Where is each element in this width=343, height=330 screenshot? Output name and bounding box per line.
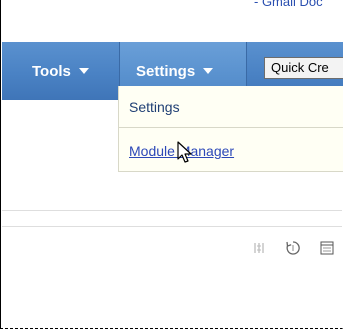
mouse-pointer-icon xyxy=(177,141,193,170)
dropdown-divider xyxy=(119,127,343,128)
columns-icon[interactable] xyxy=(249,238,269,258)
dropdown-item-settings[interactable]: Settings xyxy=(129,99,180,115)
nav-settings-label: Settings xyxy=(136,62,196,80)
settings-dropdown-menu: Settings Module Manager xyxy=(118,86,343,172)
chevron-down-icon xyxy=(78,68,89,74)
refresh-icon[interactable] xyxy=(283,238,303,258)
layout-icon[interactable] xyxy=(317,238,337,258)
content-divider xyxy=(2,226,342,227)
window-frame: - Gmail Doc Tools Settings Quick Cre Set… xyxy=(0,0,343,329)
quick-create-select[interactable]: Quick Cre xyxy=(264,57,343,79)
nav-tools-label: Tools xyxy=(32,62,71,80)
chevron-down-icon xyxy=(203,68,214,74)
gmail-docs-link[interactable]: - Gmail Doc xyxy=(254,0,323,9)
content-divider xyxy=(2,210,342,211)
nav-tools-menu[interactable]: Tools xyxy=(12,42,112,100)
